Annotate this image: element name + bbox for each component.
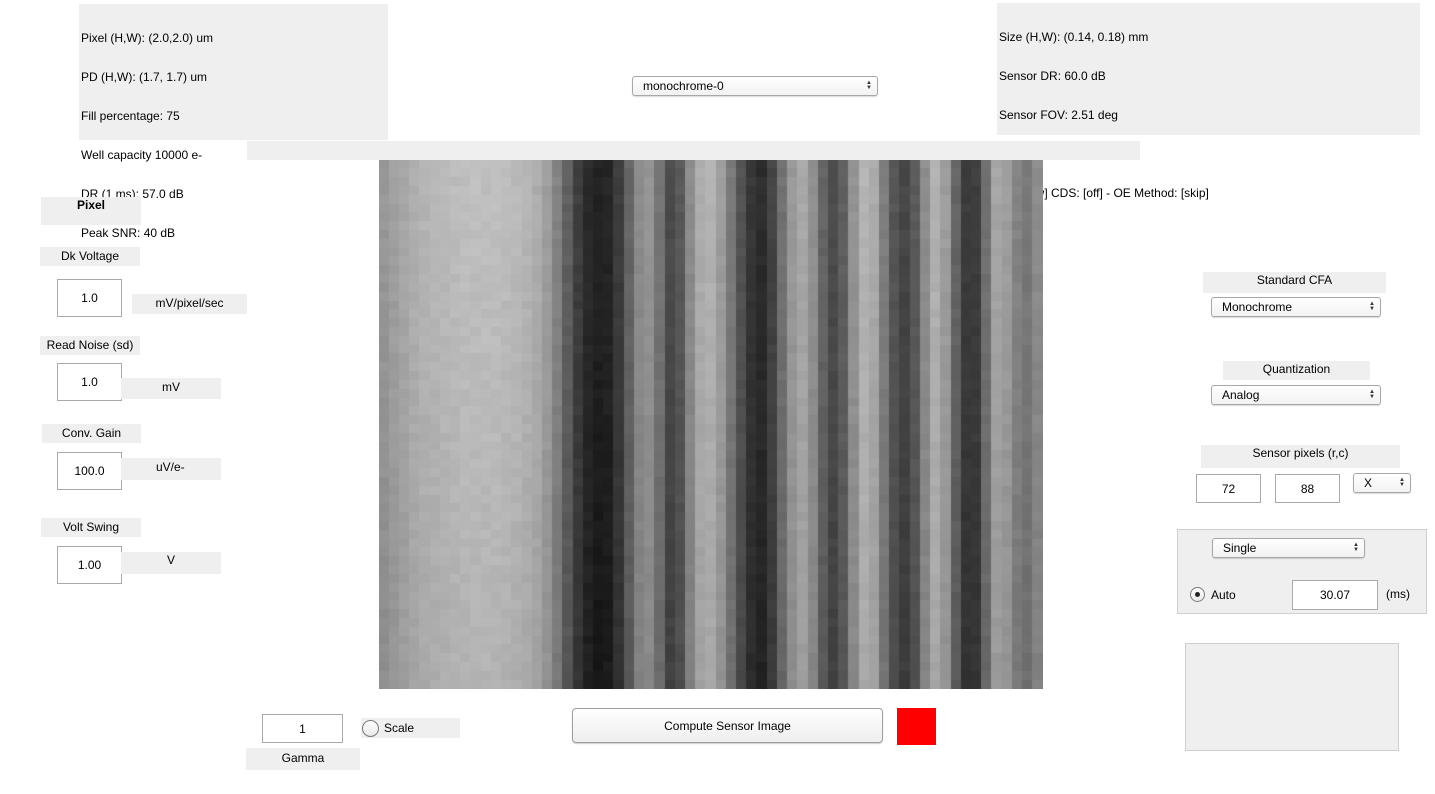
gamma-label: Gamma	[246, 748, 360, 770]
scale-label: Scale	[384, 721, 415, 735]
pixel-section-title: Pixel	[41, 197, 141, 225]
conv-gain-unit: uV/e-	[121, 458, 221, 480]
quantization-label: Quantization	[1223, 361, 1370, 380]
volt-swing-field[interactable]: 1.00	[57, 546, 122, 584]
cfa-select-value: Monochrome	[1222, 300, 1293, 314]
image-header-strip	[247, 141, 1140, 160]
sensor-image[interactable]	[379, 160, 1043, 689]
sensor-size-menu-value: X	[1364, 476, 1373, 490]
sensor-info-panel: Size (H,W): (0.14, 0.18) mm Sensor DR: 6…	[997, 3, 1420, 200]
volt-swing-unit: V	[121, 552, 221, 574]
scale-radio[interactable]	[362, 720, 379, 737]
compute-sensor-image-button[interactable]: Compute Sensor Image	[572, 708, 883, 743]
auto-exposure-label: Auto	[1211, 588, 1236, 602]
volt-swing-label: Volt Swing	[41, 518, 141, 537]
pixel-info-line: PD (H,W): (1.7, 1.7) um	[81, 70, 208, 84]
dk-voltage-unit: mV/pixel/sec	[132, 294, 247, 314]
chevron-updown-icon: ▲ ▼	[1369, 389, 1375, 400]
chevron-updown-icon: ▲ ▼	[866, 80, 872, 91]
pixel-info-line: Fill percentage: 75	[81, 109, 180, 123]
dk-voltage-label: Dk Voltage	[40, 247, 140, 266]
sensor-select-value: monochrome-0	[643, 79, 724, 93]
auto-exposure-radio[interactable]	[1190, 587, 1205, 602]
gamma-field[interactable]: 1	[262, 714, 343, 743]
read-noise-label: Read Noise (sd)	[40, 336, 140, 355]
quantization-select[interactable]: Analog ▲ ▼	[1211, 385, 1381, 405]
cfa-label: Standard CFA	[1203, 272, 1386, 293]
radio-selected-dot	[1195, 592, 1200, 597]
status-indicator	[897, 708, 936, 745]
sensor-pixels-label: Sensor pixels (r,c)	[1201, 445, 1400, 468]
chevron-updown-icon: ▲ ▼	[1399, 477, 1405, 488]
pixel-info-line: Pixel (H,W): (2.0,2.0) um	[81, 31, 214, 45]
sensor-info-line: Sensor FOV: 2.51 deg	[999, 108, 1118, 122]
read-noise-field[interactable]: 1.0	[57, 363, 122, 401]
chevron-updown-icon: ▲ ▼	[1369, 301, 1375, 312]
message-box	[1185, 643, 1399, 751]
sensor-select[interactable]: monochrome-0 ▲ ▼	[632, 76, 878, 96]
exposure-mode-value: Single	[1223, 541, 1257, 555]
quantization-select-value: Analog	[1222, 388, 1260, 402]
sensor-image-frame	[379, 160, 1043, 689]
pixel-info-panel: Pixel (H,W): (2.0,2.0) um PD (H,W): (1.7…	[79, 4, 388, 240]
cfa-select[interactable]: Monochrome ▲ ▼	[1211, 297, 1381, 317]
exposure-time-field[interactable]: 30.07	[1292, 580, 1378, 610]
conv-gain-field[interactable]: 100.0	[57, 452, 122, 490]
exposure-mode-select[interactable]: Single ▲ ▼	[1212, 538, 1365, 558]
sensor-rows-field[interactable]: 72	[1196, 474, 1261, 503]
dk-voltage-field[interactable]: 1.0	[57, 279, 122, 317]
sensor-cols-field[interactable]: 88	[1275, 474, 1340, 503]
sensor-info-line: CFA: [w] CDS: [off] - OE Method: [skip]	[999, 186, 1209, 200]
exposure-time-unit: (ms)	[1386, 587, 1410, 601]
read-noise-unit: mV	[121, 378, 221, 399]
sensor-size-menu[interactable]: X ▲ ▼	[1353, 473, 1411, 493]
pixel-info-line: Peak SNR: 40 dB	[81, 226, 176, 240]
sensor-info-line: Sensor DR: 60.0 dB	[999, 69, 1106, 83]
conv-gain-label: Conv. Gain	[42, 424, 141, 443]
chevron-updown-icon: ▲ ▼	[1353, 542, 1359, 553]
sensor-info-line: Size (H,W): (0.14, 0.18) mm	[999, 30, 1149, 44]
